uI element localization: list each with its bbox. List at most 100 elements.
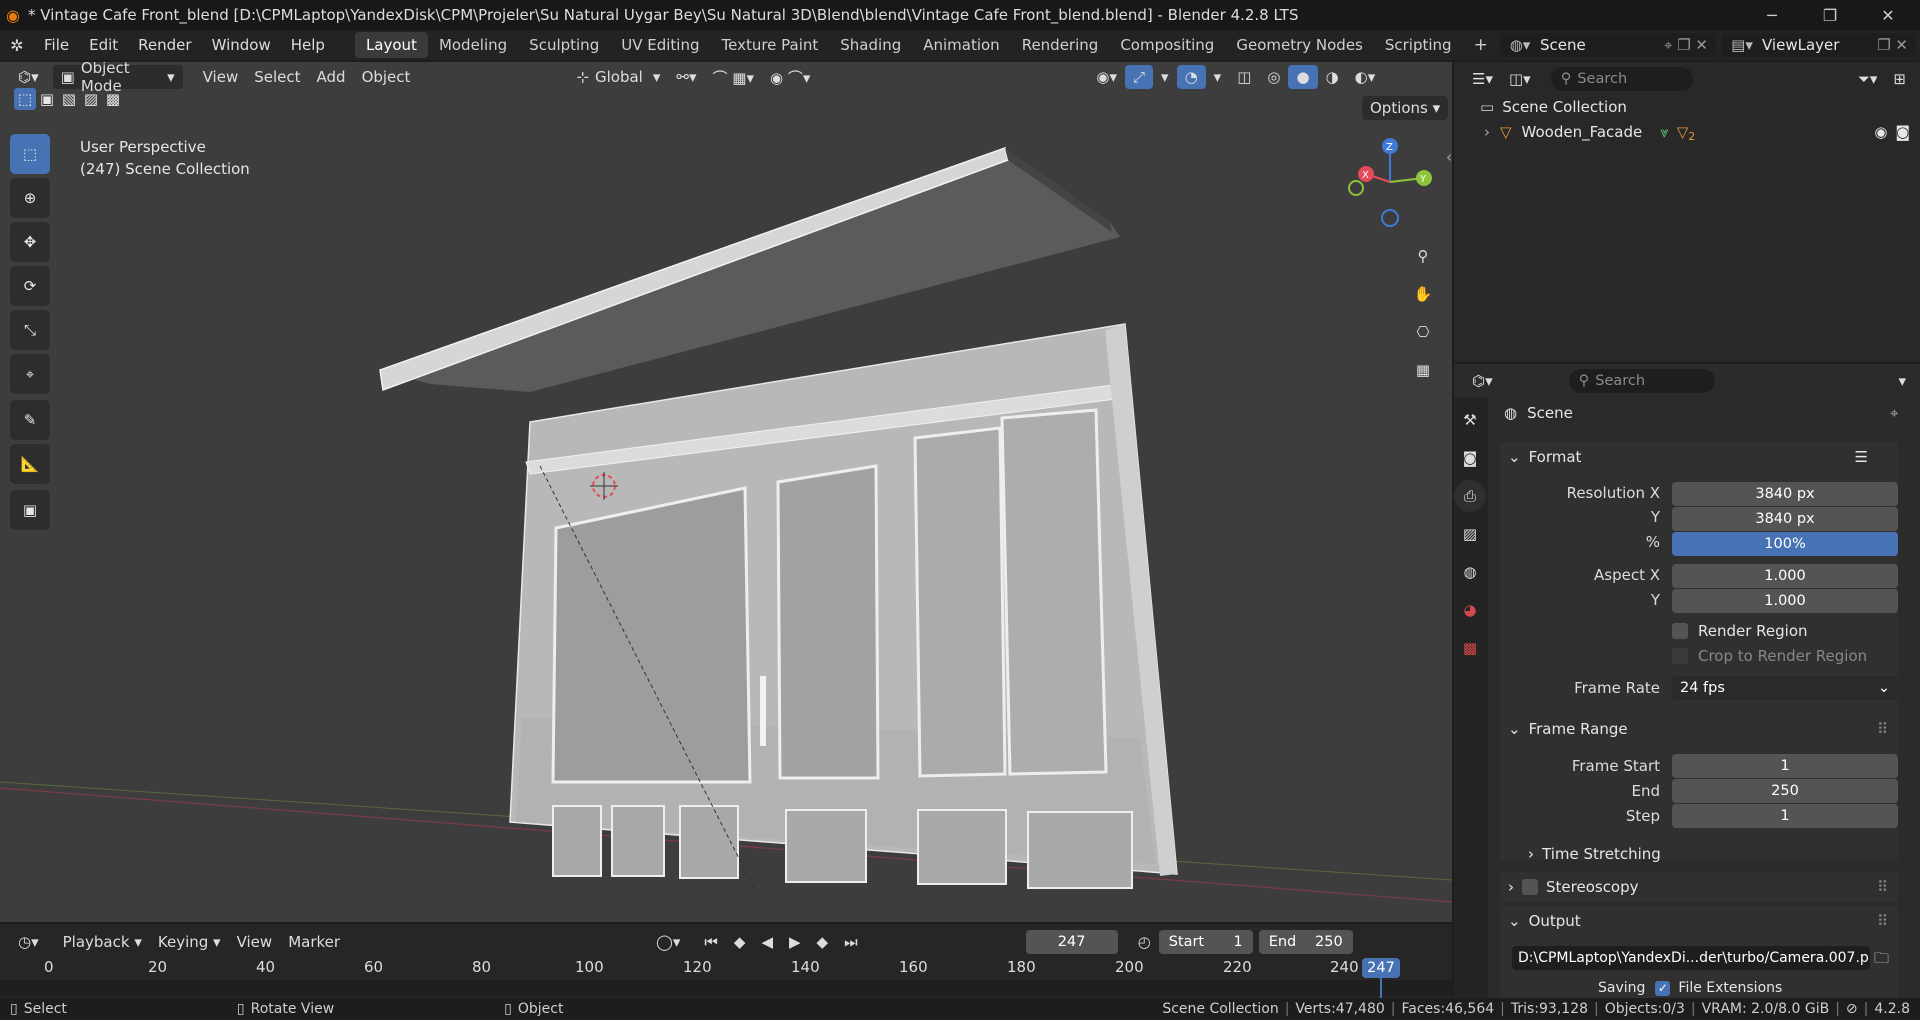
auto-keying-icon[interactable]: ◯▾ xyxy=(648,930,688,954)
file-extensions-checkbox[interactable]: ✓ xyxy=(1655,980,1671,996)
presets-icon[interactable]: ☰ xyxy=(1855,448,1868,466)
tab-layout[interactable]: Layout xyxy=(354,32,428,58)
output-tab-icon[interactable]: ⎙ xyxy=(1454,480,1486,512)
render-tab-icon[interactable]: ◙ xyxy=(1454,442,1486,474)
filter-icon[interactable]: ⏷▾ xyxy=(1850,67,1886,91)
options-dropdown[interactable]: Options ▾ xyxy=(1362,96,1449,120)
playhead-label[interactable]: 247 xyxy=(1362,958,1400,978)
viewlayer-copy-icon[interactable]: ❐ ✕ xyxy=(1877,36,1908,54)
jump-start-icon[interactable]: ⏮ xyxy=(696,930,726,954)
move-icon[interactable]: ✥ xyxy=(10,222,50,262)
menu-timeline-view[interactable]: View xyxy=(229,930,281,954)
cursor-icon[interactable]: ⊕ xyxy=(10,178,50,218)
tool-tab-icon[interactable]: ⚒ xyxy=(1454,404,1486,436)
drag-handle-icon[interactable]: ⠿ xyxy=(1877,912,1888,930)
checkbox-box[interactable] xyxy=(1672,623,1688,639)
scene-selector[interactable]: ◍▾ Scene ⌖ ❐ ✕ xyxy=(1500,33,1716,57)
frame-range-panel-header[interactable]: ⌄ Frame Range ⠿ xyxy=(1500,714,1898,744)
resolution-percent-slider[interactable]: 100% xyxy=(1672,532,1898,556)
visibility-icon[interactable]: ◉▾ xyxy=(1088,65,1125,89)
select-invert-icon[interactable]: ▨ xyxy=(80,88,102,110)
outliner-editor-type-icon[interactable]: ☰▾ xyxy=(1464,67,1501,91)
tab-uv-editing[interactable]: UV Editing xyxy=(610,32,710,58)
drag-handle-icon[interactable]: ⠿ xyxy=(1877,720,1888,738)
view-layer-tab-icon[interactable]: ▨ xyxy=(1454,518,1486,550)
jump-keyframe-forward-icon[interactable]: ◆ xyxy=(809,930,837,954)
gizmo-menu-icon[interactable]: ▾ xyxy=(1153,65,1177,89)
camera-view-icon[interactable]: ⎔ xyxy=(1407,316,1439,348)
current-frame-field[interactable]: 247 xyxy=(1025,930,1118,954)
measure-icon[interactable]: 📐 xyxy=(10,444,50,484)
menu-render[interactable]: Render xyxy=(128,36,201,54)
editor-type-icon[interactable]: ⌬▾ xyxy=(10,65,47,89)
rotate-icon[interactable]: ⟳ xyxy=(10,266,50,306)
output-path-field[interactable]: D:\CPMLaptop\YandexDi...der\turbo/Camera… xyxy=(1512,946,1870,970)
close-button[interactable]: ✕ xyxy=(1859,0,1917,30)
frame-end-field[interactable]: 250 xyxy=(1672,779,1898,803)
snap-icon[interactable]: ⌒ ▦▾ xyxy=(705,65,762,89)
menu-window[interactable]: Window xyxy=(202,36,281,54)
blender-menu-icon[interactable]: ✲ xyxy=(0,36,34,55)
properties-options-icon[interactable]: ▾ xyxy=(1890,369,1914,393)
stereoscopy-panel-header[interactable]: › Stereoscopy ⠿ xyxy=(1500,872,1898,902)
scene-tab-icon[interactable]: ◍ xyxy=(1454,556,1486,588)
menu-object[interactable]: Object xyxy=(354,65,419,89)
frame-step-field[interactable]: 1 xyxy=(1672,804,1898,828)
aspect-x-field[interactable]: 1.000 xyxy=(1672,564,1898,588)
end-frame-field[interactable]: End 250 xyxy=(1258,930,1353,954)
aspect-y-field[interactable]: 1.000 xyxy=(1672,589,1898,613)
menu-help[interactable]: Help xyxy=(281,36,335,54)
outliner-search-input[interactable]: ⚲ Search xyxy=(1550,67,1693,91)
world-tab-icon[interactable]: ◕ xyxy=(1454,594,1486,626)
3d-viewport[interactable]: ⌬▾ ▣ Object Mode ▾ View Select Add Objec… xyxy=(0,62,1452,922)
scene-pin-icon[interactable]: ⌖ ❐ ✕ xyxy=(1664,36,1708,54)
expand-chevron-icon[interactable]: › xyxy=(1484,123,1490,141)
resolution-x-field[interactable]: 3840 px xyxy=(1672,482,1898,506)
sidebar-toggle-icon[interactable]: ‹ xyxy=(1446,148,1452,166)
format-panel-header[interactable]: ⌄ Format ☰ xyxy=(1500,442,1898,472)
minimize-button[interactable]: ─ xyxy=(1743,0,1801,30)
folder-icon[interactable]: 🗀 xyxy=(1874,948,1889,973)
frame-rate-dropdown[interactable]: 24 fps ⌄ xyxy=(1672,676,1898,700)
jump-keyframe-back-icon[interactable]: ◆ xyxy=(726,930,754,954)
play-icon[interactable]: ▶ xyxy=(781,930,809,954)
zoom-icon[interactable]: ⚲ xyxy=(1407,240,1439,272)
add-workspace-button[interactable]: + xyxy=(1463,31,1499,59)
shading-material-icon[interactable]: ◑ xyxy=(1318,65,1347,89)
shading-rendered-icon[interactable]: ◐▾ xyxy=(1347,65,1384,89)
render-region-checkbox[interactable]: Render Region xyxy=(1672,622,1808,640)
select-extend-icon[interactable]: ▣ xyxy=(36,88,58,110)
texture-tab-icon[interactable]: ▩ xyxy=(1454,632,1486,664)
timeline-editor-type-icon[interactable]: ◷▾ xyxy=(10,930,47,954)
shading-wireframe-icon[interactable]: ◎ xyxy=(1259,65,1288,89)
tab-geometry-nodes[interactable]: Geometry Nodes xyxy=(1225,32,1374,58)
tab-animation[interactable]: Animation xyxy=(912,32,1010,58)
pivot-icon[interactable]: ⚯▾ xyxy=(668,65,704,89)
select-box-icon[interactable]: ⬚ xyxy=(10,134,50,174)
tab-shading[interactable]: Shading xyxy=(829,32,912,58)
menu-playback[interactable]: Playback ▾ xyxy=(55,930,150,954)
menu-edit[interactable]: Edit xyxy=(79,36,128,54)
drag-handle-icon[interactable]: ⠿ xyxy=(1877,878,1888,896)
menu-keying[interactable]: Keying ▾ xyxy=(150,930,229,954)
transform-icon[interactable]: ⌖ xyxy=(10,354,50,394)
tab-compositing[interactable]: Compositing xyxy=(1109,32,1225,58)
tab-sculpting[interactable]: Sculpting xyxy=(518,32,610,58)
time-stretching-subpanel[interactable]: › Time Stretching xyxy=(1528,845,1661,863)
new-collection-icon[interactable]: ⊞ xyxy=(1885,67,1914,91)
transform-orientation[interactable]: ⊹ Global ▾ xyxy=(568,65,668,89)
select-new-icon[interactable]: ⬚ xyxy=(14,88,36,110)
gizmo-toggle-icon[interactable]: ⤢ xyxy=(1125,65,1154,89)
proportional-edit-icon[interactable]: ◉ ⌒▾ xyxy=(762,65,818,89)
frame-ruler[interactable] xyxy=(0,980,1452,996)
preview-range-icon[interactable]: ◴ xyxy=(1130,930,1159,954)
menu-file[interactable]: File xyxy=(34,36,79,54)
properties-editor-type-icon[interactable]: ⌬▾ xyxy=(1464,369,1501,393)
select-intersect-icon[interactable]: ▩ xyxy=(102,88,124,110)
tab-scripting[interactable]: Scripting xyxy=(1374,32,1463,58)
crop-region-checkbox[interactable]: Crop to Render Region xyxy=(1672,647,1867,665)
render-camera-icon[interactable]: ◙ xyxy=(1895,123,1910,141)
stereoscopy-checkbox[interactable] xyxy=(1522,879,1538,895)
viewlayer-selector[interactable]: ▤▾ ViewLayer ❐ ✕ xyxy=(1722,33,1916,57)
scale-icon[interactable]: ⤡ xyxy=(10,310,50,350)
